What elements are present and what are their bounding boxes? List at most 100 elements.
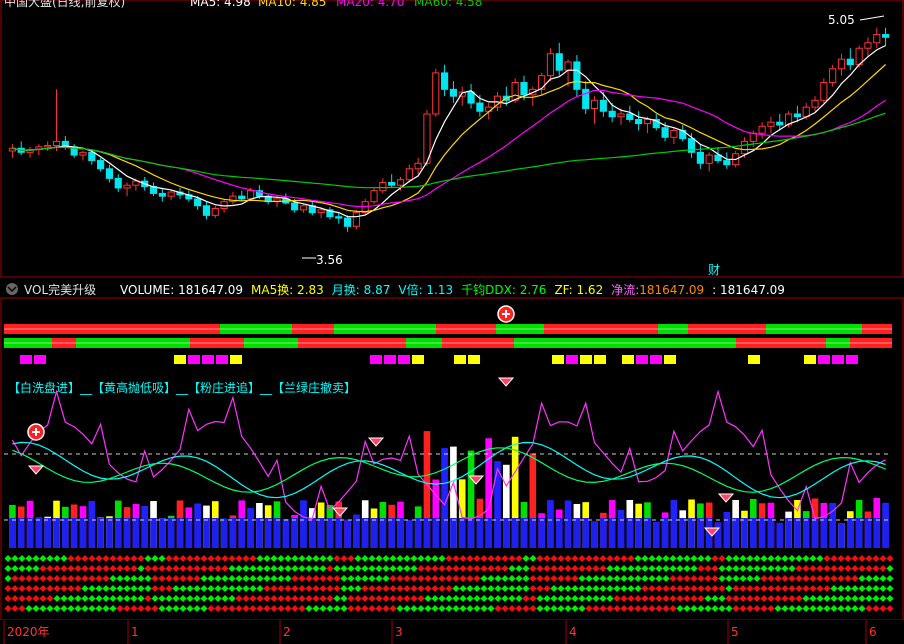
signal-dot	[746, 604, 754, 613]
signal-dot	[179, 564, 187, 573]
candle	[405, 168, 413, 181]
signal-dot	[32, 574, 40, 583]
signal-dot	[494, 554, 502, 563]
signal-dot	[837, 564, 845, 573]
signal-dot	[158, 594, 166, 603]
signal-dot	[116, 554, 124, 563]
signal-dot	[235, 574, 243, 583]
candle	[202, 205, 211, 216]
volume-bar-base	[361, 518, 369, 548]
signal-dot	[74, 594, 82, 603]
signal-dot	[515, 584, 523, 593]
signal-dot	[753, 604, 761, 613]
signal-dot	[207, 594, 215, 603]
signal-dot	[305, 594, 313, 603]
signal-dot	[634, 564, 642, 573]
signal-dot	[851, 584, 859, 593]
signal-dot	[837, 584, 845, 593]
signal-dot	[767, 574, 775, 583]
signal-dot	[697, 594, 705, 603]
signal-dot	[347, 574, 355, 583]
signal-dot	[410, 554, 418, 563]
signal-dot	[193, 574, 201, 583]
signal-dot	[214, 554, 222, 563]
signal-dot	[508, 574, 516, 583]
signal-dot	[200, 554, 208, 563]
signal-dot	[284, 594, 292, 603]
signal-dot	[235, 604, 243, 613]
signal-dot	[424, 594, 432, 603]
signal-dot	[753, 564, 761, 573]
collapse-icon[interactable]	[6, 283, 18, 295]
signal-dot	[606, 594, 614, 603]
signal-dot	[95, 594, 103, 603]
volume-bar-base	[749, 518, 757, 548]
signal-dot	[508, 564, 516, 573]
volume-bar-base	[847, 518, 854, 548]
signal-dot	[158, 584, 166, 593]
volume-bar-base	[123, 518, 131, 548]
signal-dot	[858, 564, 866, 573]
volume-bar-base	[697, 518, 704, 548]
candle	[670, 129, 678, 138]
signal-dot	[256, 564, 264, 573]
signal-block	[818, 355, 830, 364]
signal-dot	[837, 554, 845, 563]
signal-dot	[438, 574, 446, 583]
signal-dot	[788, 564, 796, 573]
x-axis-label: 1	[131, 625, 139, 639]
signal-dot	[151, 594, 159, 603]
signal-dot	[662, 594, 670, 603]
signal-dot	[298, 574, 306, 583]
signal-dot	[263, 594, 271, 603]
signal-dot	[165, 554, 173, 563]
signal-dot	[4, 554, 12, 563]
signal-dot	[746, 584, 754, 593]
signal-dot	[312, 604, 320, 613]
signal-dot	[291, 594, 299, 603]
signal-dot	[277, 594, 285, 603]
signal-dot	[417, 574, 425, 583]
signal-dot	[578, 584, 586, 593]
signal-dot	[550, 594, 558, 603]
signal-dot	[228, 604, 236, 613]
volume-bar-base	[159, 518, 166, 548]
candle	[608, 110, 616, 118]
signal-dot	[249, 604, 257, 613]
signal-dot	[802, 594, 810, 603]
volume-bar-base	[326, 518, 334, 548]
signal-dot	[830, 604, 838, 613]
signal-dot	[655, 554, 663, 563]
signal-dot	[662, 564, 670, 573]
volume-bar-base	[291, 518, 298, 548]
signal-dot	[151, 554, 159, 563]
signal-dot	[228, 564, 236, 573]
signal-dot	[46, 604, 54, 613]
candle	[194, 198, 202, 207]
signal-dot	[683, 604, 691, 613]
signal-dot	[417, 594, 425, 603]
signal-dot	[172, 604, 180, 613]
signal-dot	[347, 604, 355, 613]
signal-dot	[333, 564, 341, 573]
stock-chart: 中国大盛(日线,前复权) MA5: 4.98 MA10: 4.85 MA20: …	[0, 0, 904, 644]
signal-dot	[11, 594, 19, 603]
signal-dot	[354, 594, 362, 603]
signal-dot	[585, 594, 593, 603]
signal-dot	[361, 584, 369, 593]
signal-dot	[473, 594, 481, 603]
signal-dot	[592, 574, 600, 583]
signal-dot	[312, 554, 320, 563]
signal-dot	[522, 594, 530, 603]
signal-dot	[802, 584, 810, 593]
signal-dot	[844, 584, 852, 593]
signal-dot	[389, 594, 397, 603]
signal-dot	[823, 564, 831, 573]
candle	[158, 192, 166, 197]
signal-dot	[760, 554, 768, 563]
signal-dot	[95, 554, 103, 563]
signal-dot	[18, 574, 26, 583]
volume-bar-base	[406, 519, 413, 548]
signal-dot	[816, 554, 824, 563]
signal-dot	[165, 574, 173, 583]
